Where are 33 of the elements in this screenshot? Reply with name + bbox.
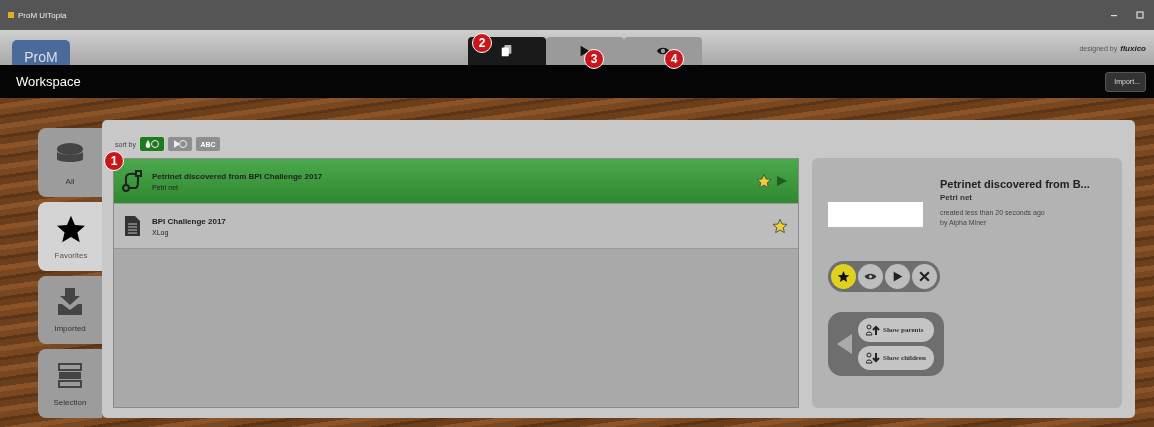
people-arrow-icon [866, 352, 880, 364]
workspace-title: Workspace [16, 74, 82, 89]
side-tab[interactable]: Favorites [38, 201, 104, 271]
sort-by-type-icon [144, 139, 160, 149]
sort-button[interactable] [168, 137, 192, 151]
sort-button[interactable] [140, 137, 164, 151]
number-badge: 2 [472, 33, 492, 53]
petri-net-icon [120, 169, 144, 193]
number-badge: 1 [104, 151, 124, 171]
copy-icon [500, 44, 514, 58]
app-logo: ProM [12, 40, 70, 65]
play-icon [891, 270, 904, 283]
resource-type: Petri net [940, 193, 973, 202]
favorite-button[interactable] [831, 264, 856, 289]
app-icon [8, 12, 14, 18]
resource-name: BPI Challenge 2017 [152, 216, 227, 226]
resource-title: Petrinet discovered from B... [940, 178, 1090, 190]
side-tab[interactable]: Imported [38, 275, 102, 345]
run-button[interactable] [885, 264, 910, 289]
side-tab[interactable]: All [38, 128, 102, 197]
resource-name: Petrinet discovered from BPI Challenge 2017 [152, 171, 324, 181]
close-icon [918, 270, 931, 283]
star-icon[interactable] [756, 173, 772, 189]
window-title: ProM UITopia [18, 10, 68, 20]
delete-button[interactable] [912, 264, 937, 289]
view-button[interactable] [858, 264, 883, 289]
side-tab[interactable]: Selection [38, 349, 102, 418]
maximize-icon[interactable] [1134, 9, 1146, 21]
star-icon[interactable] [772, 218, 788, 234]
star-icon [837, 270, 850, 283]
sort-by-time-icon [172, 139, 188, 149]
people-arrow-icon [866, 324, 880, 336]
brand-logo: fluxico [1120, 44, 1146, 53]
